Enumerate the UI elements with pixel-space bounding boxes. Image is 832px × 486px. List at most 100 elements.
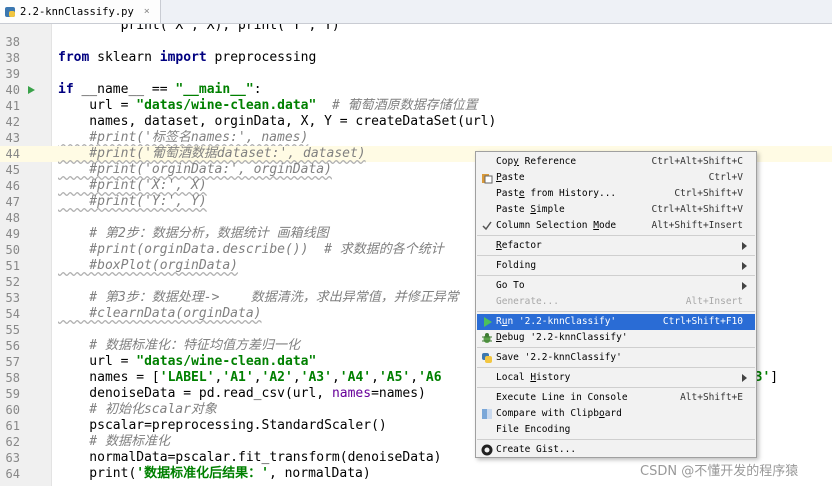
line-number: 61 bbox=[5, 419, 20, 433]
menu-refactor[interactable]: Refactor bbox=[477, 238, 755, 254]
code-token: 'A4' bbox=[339, 370, 372, 385]
menu-column-selection-mode[interactable]: Column Selection Mode Alt+Shift+Insert bbox=[477, 218, 755, 234]
code-token: names bbox=[331, 386, 372, 401]
code-token: print( bbox=[58, 466, 137, 481]
watermark: CSDN @不懂开发的程序猿 bbox=[640, 464, 799, 479]
line-number: 53 bbox=[5, 291, 20, 305]
code-token: ] bbox=[770, 370, 779, 385]
code-token: #print('葡萄酒数据dataset:', dataset) bbox=[58, 146, 366, 161]
line-number: 43 bbox=[5, 131, 20, 145]
code-line[interactable]: 39 bbox=[0, 66, 832, 82]
menu-item-shortcut: Alt+Insert bbox=[685, 296, 743, 307]
code-token: , bbox=[253, 370, 262, 385]
menu-generate: Generate... Alt+Insert bbox=[477, 294, 755, 310]
menu-execute-line[interactable]: Execute Line in Console Alt+Shift+E bbox=[477, 390, 755, 406]
code-token: #boxPlot(orginData) bbox=[58, 258, 239, 273]
menu-item-label: Go To bbox=[496, 280, 525, 291]
submenu-arrow-icon bbox=[742, 282, 747, 290]
menu-item-label: File Encoding bbox=[496, 424, 571, 435]
code-text: names, dataset, orginData, X, Y = create… bbox=[58, 114, 496, 130]
code-text: denoiseData = pd.read_csv(url, names=nam… bbox=[58, 386, 426, 402]
submenu-arrow-icon bbox=[742, 242, 747, 250]
code-text: #print('葡萄酒数据dataset:', dataset) bbox=[58, 146, 366, 162]
code-token: "datas/wine-clean.data" bbox=[136, 98, 317, 113]
menu-run[interactable]: Run '2.2-knnClassify' Ctrl+Shift+F10 bbox=[477, 314, 755, 330]
line-number: 49 bbox=[5, 227, 20, 241]
code-text: #print('X:', X) bbox=[58, 178, 207, 194]
code-token: 'A2' bbox=[261, 370, 293, 385]
menu-local-history[interactable]: Local History bbox=[477, 370, 755, 386]
code-line[interactable]: 41 url = "datas/wine-clean.data" # 葡萄酒原数… bbox=[0, 98, 832, 114]
menu-separator bbox=[477, 275, 755, 276]
code-token: 'A1' bbox=[222, 370, 254, 385]
code-token: # 第2步：数据分析，数据统计 画箱线图 bbox=[58, 226, 329, 241]
code-token: , normalData) bbox=[268, 466, 371, 481]
python-file-icon bbox=[5, 6, 15, 17]
menu-item-label: Create Gist... bbox=[496, 444, 577, 455]
code-line[interactable]: 40 if __name__ == "__main__": bbox=[0, 82, 832, 98]
menu-item-label: Paste from History... bbox=[496, 188, 617, 199]
submenu-arrow-icon bbox=[742, 374, 747, 382]
code-token: '数据标准化后结果：' bbox=[136, 466, 269, 481]
menu-folding[interactable]: Folding bbox=[477, 258, 755, 274]
code-line[interactable]: 42 names, dataset, orginData, X, Y = cre… bbox=[0, 114, 832, 130]
code-text: url = "datas/wine-clean.data" # 葡萄酒原数据存储… bbox=[58, 98, 477, 114]
code-text: #print('Y:', Y) bbox=[58, 194, 206, 210]
menu-create-gist[interactable]: Create Gist... bbox=[477, 442, 755, 458]
run-icon bbox=[484, 317, 492, 327]
code-token: if bbox=[58, 82, 74, 97]
code-token: , bbox=[371, 370, 379, 385]
code-token: __name__ == bbox=[73, 82, 176, 97]
code-text: # 数据标准化 bbox=[58, 434, 170, 450]
code-token: : bbox=[253, 82, 262, 97]
line-number: 50 bbox=[5, 243, 20, 257]
editor-context-menu: Copy Reference Ctrl+Alt+Shift+C Paste Ctrl+… bbox=[475, 151, 757, 458]
menu-separator bbox=[477, 387, 755, 388]
menu-paste-from-history[interactable]: Paste from History... Ctrl+Shift+V bbox=[477, 186, 755, 202]
code-line[interactable]: print('X', X); print('Y', Y) bbox=[0, 24, 832, 34]
menu-item-shortcut: Alt+Shift+Insert bbox=[651, 220, 743, 231]
close-tab-icon[interactable]: × bbox=[144, 6, 150, 17]
menu-item-shortcut: Ctrl+Shift+F10 bbox=[662, 316, 743, 327]
code-token: url = bbox=[58, 354, 137, 369]
menu-item-shortcut: Alt+Shift+E bbox=[680, 392, 743, 403]
code-text: print('数据标准化后结果：', normalData) bbox=[58, 466, 371, 482]
menu-item-label: Generate... bbox=[496, 296, 559, 307]
menu-go-to[interactable]: Go To bbox=[477, 278, 755, 294]
menu-copy-reference[interactable]: Copy Reference Ctrl+Alt+Shift+C bbox=[477, 154, 755, 170]
line-number: 58 bbox=[5, 371, 20, 385]
line-number: 42 bbox=[5, 115, 20, 129]
line-number: 51 bbox=[5, 259, 20, 273]
menu-debug[interactable]: Debug '2.2-knnClassify' bbox=[477, 330, 755, 346]
line-number: 54 bbox=[5, 307, 20, 321]
menu-save[interactable]: Save '2.2-knnClassify' bbox=[477, 350, 755, 366]
line-number: 59 bbox=[5, 387, 20, 401]
run-gutter-icon[interactable] bbox=[28, 86, 35, 94]
code-text: url = "datas/wine-clean.data" bbox=[58, 354, 316, 370]
code-token: names = [ bbox=[58, 370, 160, 385]
menu-item-label: Save '2.2-knnClassify' bbox=[496, 352, 622, 363]
menu-item-label: Compare with Clipboard bbox=[496, 408, 622, 419]
menu-compare-clipboard[interactable]: Compare with Clipboard bbox=[477, 406, 755, 422]
line-number: 57 bbox=[5, 355, 20, 369]
code-line[interactable]: 38 bbox=[0, 34, 832, 50]
line-number: 55 bbox=[5, 323, 20, 337]
file-tab-label: 2.2-knnClassify.py bbox=[20, 5, 134, 18]
code-line[interactable]: 38 from sklearn import preprocessing bbox=[0, 50, 832, 66]
code-line[interactable]: 43 #print('标签名names:', names) bbox=[0, 130, 832, 146]
menu-file-encoding[interactable]: File Encoding bbox=[477, 422, 755, 438]
file-tab[interactable]: 2.2-knnClassify.py × bbox=[0, 0, 161, 23]
submenu-arrow-icon bbox=[742, 262, 747, 270]
code-token: #print('X:', X) bbox=[58, 178, 207, 193]
code-token: pscalar=preprocessing.StandardScaler() bbox=[58, 418, 387, 433]
python-icon bbox=[482, 353, 492, 363]
menu-item-label: Paste bbox=[496, 172, 525, 183]
menu-item-shortcut: Ctrl+Alt+Shift+C bbox=[651, 156, 743, 167]
menu-separator bbox=[477, 367, 755, 368]
menu-paste-simple[interactable]: Paste Simple Ctrl+Alt+Shift+V bbox=[477, 202, 755, 218]
menu-item-label: Folding bbox=[496, 260, 537, 271]
compare-icon bbox=[482, 409, 492, 419]
line-number: 52 bbox=[5, 275, 20, 289]
menu-paste[interactable]: Paste Ctrl+V bbox=[477, 170, 755, 186]
menu-separator bbox=[477, 255, 755, 256]
